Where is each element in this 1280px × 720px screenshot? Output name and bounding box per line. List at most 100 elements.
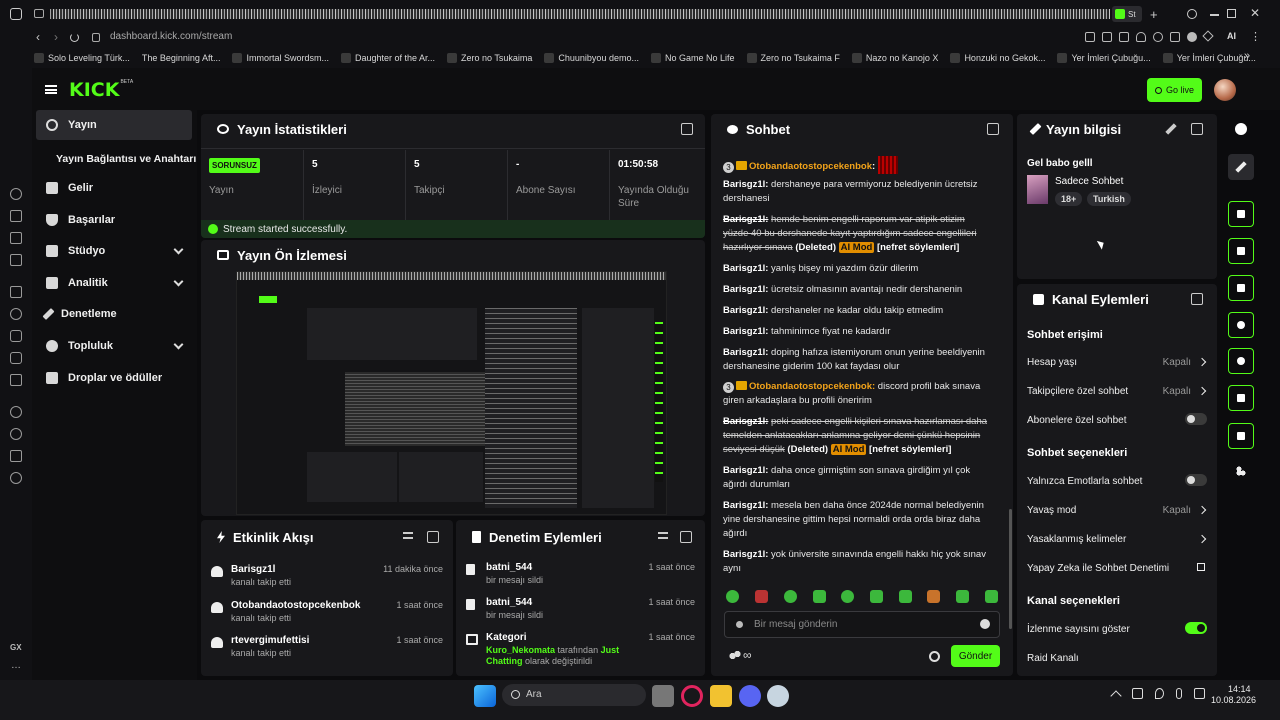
- forward-icon[interactable]: ›: [54, 30, 58, 44]
- send-button[interactable]: Gönder: [951, 645, 1000, 667]
- slow-mode-row[interactable]: Yavaş mod Kapalı: [1027, 499, 1207, 521]
- player-icon[interactable]: [10, 406, 22, 418]
- popout-icon[interactable]: [681, 123, 693, 135]
- whatsapp-icon[interactable]: [10, 308, 22, 320]
- category-name[interactable]: Sadece Sohbet: [1055, 176, 1123, 187]
- emote-icon[interactable]: [813, 590, 826, 603]
- active-tab[interactable]: St: [1112, 6, 1142, 22]
- side-tool-chat-icon[interactable]: [1228, 312, 1254, 338]
- filter-icon[interactable]: [658, 532, 668, 539]
- bookmark-item[interactable]: Zero no Tsukaima: [447, 53, 532, 63]
- shield-icon[interactable]: [1136, 32, 1146, 42]
- sidebar-item-denetleme[interactable]: Denetleme: [36, 299, 192, 329]
- bookmark-item[interactable]: Yer İmleri Çubuğu...: [1057, 53, 1151, 63]
- instagram-icon[interactable]: [10, 352, 22, 364]
- tag-badge[interactable]: Turkish: [1087, 192, 1131, 206]
- task-view-icon[interactable]: [652, 685, 674, 707]
- discord-icon[interactable]: [10, 330, 22, 342]
- points-icon[interactable]: [729, 650, 741, 660]
- profile-icon[interactable]: [1187, 32, 1197, 42]
- account-age-row[interactable]: Hesap yaşı Kapalı: [1027, 351, 1207, 373]
- file-explorer-icon[interactable]: [710, 685, 732, 707]
- side-tool-wrench-icon[interactable]: [1228, 423, 1254, 449]
- bookmark-item[interactable]: Immortal Swordsm...: [232, 53, 329, 63]
- chat-message-deleted[interactable]: Barisgz1l: hemde benim engelli raporum v…: [723, 213, 991, 255]
- minimize-button[interactable]: [1210, 14, 1219, 16]
- ai-icon[interactable]: [1202, 30, 1214, 42]
- emote-icon[interactable]: [784, 590, 797, 603]
- clock-date[interactable]: 10.08.2026: [1211, 695, 1256, 705]
- pencil-icon[interactable]: [1228, 154, 1254, 180]
- browser-menu-icon[interactable]: [10, 8, 22, 20]
- ai-moderation-row[interactable]: Yapay Zeka ile Sohbet Denetimi: [1027, 557, 1207, 579]
- raid-channel-row[interactable]: Raid Kanalı: [1027, 647, 1207, 669]
- close-window-button[interactable]: ✕: [1250, 6, 1260, 20]
- chat-scrollbar[interactable]: [1009, 509, 1012, 629]
- sidebar-item-topluluk[interactable]: Topluluk: [36, 331, 192, 361]
- start-icon[interactable]: [474, 685, 496, 707]
- chat-message[interactable]: Barisgz1l: yok üniversite sınavında enge…: [723, 548, 991, 576]
- infinity-icon[interactable]: ∞: [743, 648, 752, 662]
- pinboard-icon[interactable]: [10, 450, 22, 462]
- tiktok-icon[interactable]: [10, 374, 22, 386]
- popout-icon[interactable]: [1191, 293, 1203, 305]
- emote-icon[interactable]: [870, 590, 883, 603]
- tab-overview-icon[interactable]: [34, 9, 44, 18]
- opera-gx-icon[interactable]: [681, 685, 703, 707]
- chat-message-deleted[interactable]: Barisgz1l: peki sadece engelli kişileri …: [723, 415, 991, 457]
- popout-icon[interactable]: [427, 531, 439, 543]
- emote-icon[interactable]: [956, 590, 969, 603]
- list-item[interactable]: Kategori Kuro_Nekomata tarafından Just C…: [456, 632, 705, 672]
- emote-icon[interactable]: [927, 590, 940, 603]
- network-icon[interactable]: [1132, 688, 1143, 699]
- chat-message[interactable]: Barisgz1l: dershaneler ne kadar oldu tak…: [723, 304, 991, 318]
- side-tool-lightning-icon[interactable]: [1228, 238, 1254, 264]
- maximize-button[interactable]: [1227, 9, 1236, 18]
- sidebar-item-gelir[interactable]: Gelir: [36, 173, 192, 203]
- emote-icon[interactable]: [985, 590, 998, 603]
- new-tab-button[interactable]: +: [1150, 7, 1158, 22]
- history-icon[interactable]: [10, 428, 22, 440]
- bag-icon[interactable]: [10, 210, 22, 222]
- chat-message[interactable]: Barisgz1l: ücretsiz olmasının avantajı n…: [723, 283, 991, 297]
- sidebar-item-basarilar[interactable]: Başarılar: [36, 205, 192, 235]
- heart-icon[interactable]: [1153, 32, 1163, 42]
- ai-button[interactable]: AI: [1227, 31, 1236, 41]
- info-icon[interactable]: [1235, 123, 1247, 135]
- chat-settings-icon[interactable]: [929, 651, 940, 662]
- sidebar-item-yayin[interactable]: Yayın: [36, 110, 192, 140]
- go-live-button[interactable]: Go live: [1147, 78, 1202, 102]
- chat-input[interactable]: Bir mesaj gönderin: [724, 611, 1000, 638]
- messenger-icon[interactable]: [10, 188, 22, 200]
- popout-icon[interactable]: [680, 531, 692, 543]
- location-icon[interactable]: [1155, 688, 1164, 699]
- microphone-icon[interactable]: [1176, 688, 1182, 699]
- volume-icon[interactable]: [1194, 688, 1205, 699]
- popout-icon[interactable]: [987, 123, 999, 135]
- bookmark-item[interactable]: Nazo no Kanojo X: [851, 53, 938, 63]
- stream-preview-video[interactable]: [236, 271, 667, 515]
- show-viewers-toggle[interactable]: [1185, 622, 1207, 634]
- sidebar-item-stream-key[interactable]: Yayın Bağlantısı ve Anahtarı: [36, 144, 197, 174]
- sidebar-item-droplar[interactable]: Droplar ve ödüller: [36, 363, 192, 393]
- subs-only-toggle[interactable]: [1185, 413, 1207, 425]
- discord-icon[interactable]: [739, 685, 761, 707]
- twitch-icon[interactable]: [10, 286, 22, 298]
- clock-time[interactable]: 14:14: [1228, 684, 1251, 694]
- emote-icon[interactable]: [899, 590, 912, 603]
- emote-icon[interactable]: [726, 590, 739, 603]
- taskbar-search[interactable]: Ara: [502, 684, 646, 706]
- category-thumbnail[interactable]: [1027, 175, 1048, 204]
- chat-message[interactable]: Barisgz1l: doping hafıza istemiyorum onu…: [723, 346, 991, 374]
- bookmarks-more-icon[interactable]: »: [1244, 50, 1250, 62]
- side-tool-document-icon[interactable]: [1228, 275, 1254, 301]
- bookmark-item[interactable]: Zero no Tsukaima F: [746, 53, 840, 63]
- kick-logo[interactable]: KICK BETA: [69, 79, 133, 101]
- chat-message[interactable]: Barisgz1l: yanlış bişey mi yazdım özür d…: [723, 262, 991, 276]
- snapshot-icon[interactable]: [1102, 32, 1112, 42]
- chat-message[interactable]: Barisgz1l: mesela ben daha önce 2024de n…: [723, 499, 991, 541]
- site-info-icon[interactable]: [92, 33, 100, 42]
- avatar[interactable]: [1214, 79, 1236, 101]
- bookmark-item[interactable]: Yer İmleri Çubuğu...: [1162, 53, 1256, 63]
- followers-only-row[interactable]: Takipçilere özel sohbet Kapalı: [1027, 380, 1207, 402]
